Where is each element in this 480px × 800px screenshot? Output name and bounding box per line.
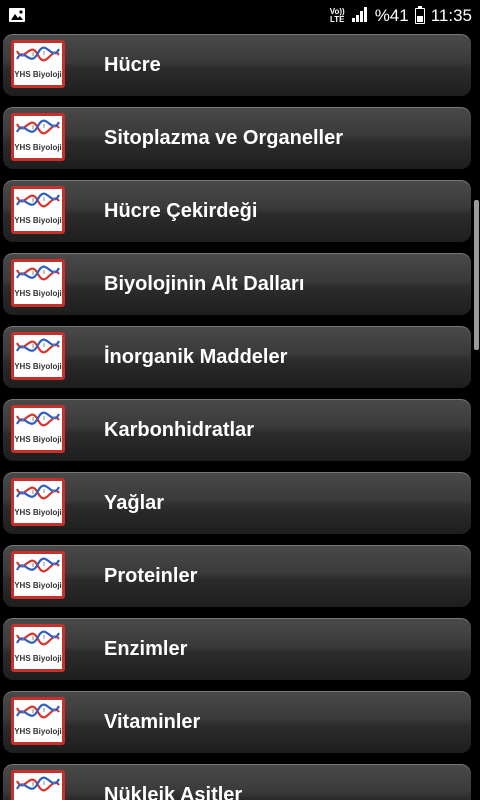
yhs-biyoloji-logo-icon: YHS Biyoloji [11, 624, 65, 672]
yhs-biyoloji-logo-icon: YHS Biyoloji [11, 332, 65, 380]
list-item-label: Nükleik Asitler [104, 784, 243, 800]
yhs-biyoloji-logo-icon: YHS Biyoloji [11, 405, 65, 453]
yhs-biyoloji-logo-icon: YHS Biyoloji [11, 259, 65, 307]
clock: 11:35 [430, 6, 472, 25]
yhs-biyoloji-logo-icon: YHS Biyoloji [11, 113, 65, 161]
svg-text:YHS Biyoloji: YHS Biyoloji [14, 727, 62, 736]
list-item[interactable]: YHS Biyoloji Nükleik Asitler [3, 764, 471, 800]
list-item-label: Biyolojinin Alt Dalları [104, 273, 305, 295]
battery-icon [414, 6, 425, 24]
svg-text:YHS Biyoloji: YHS Biyoloji [14, 289, 62, 298]
yhs-biyoloji-logo-icon: YHS Biyoloji [11, 551, 65, 599]
list-item-label: Hücre [104, 54, 161, 76]
svg-text:YHS Biyoloji: YHS Biyoloji [14, 70, 62, 79]
yhs-biyoloji-logo-icon: YHS Biyoloji [11, 770, 65, 800]
battery-percent: %41 [374, 6, 409, 25]
list-item-label: Sitoplazma ve Organeller [104, 127, 343, 149]
list-item[interactable]: YHS Biyoloji Yağlar [3, 472, 471, 534]
list-item-label: Yağlar [104, 492, 165, 514]
list-item-label: Proteinler [104, 565, 198, 587]
svg-text:YHS Biyoloji: YHS Biyoloji [14, 216, 62, 225]
list-item[interactable]: YHS Biyoloji Sitoplazma ve Organeller [3, 107, 471, 169]
gallery-notification-icon [8, 7, 26, 28]
list-item-label: Karbonhidratlar [104, 419, 255, 441]
list-item-label: Hücre Çekirdeği [104, 200, 258, 222]
list-item[interactable]: YHS Biyoloji İnorganik Maddeler [3, 326, 471, 388]
list-scrollbar[interactable] [474, 200, 479, 350]
topic-list[interactable]: YHS Biyoloji Hücre YHS Biyoloji Sitoplazma … [0, 32, 480, 800]
list-item[interactable]: YHS Biyoloji Karbonhidratlar [3, 399, 471, 461]
list-item[interactable]: YHS Biyoloji Hücre [3, 34, 471, 96]
svg-text:YHS Biyoloji: YHS Biyoloji [14, 362, 62, 371]
svg-text:YHS Biyoloji: YHS Biyoloji [14, 654, 62, 663]
yhs-biyoloji-logo-icon: YHS Biyoloji [11, 40, 65, 88]
list-item-label: Vitaminler [104, 711, 201, 733]
list-item[interactable]: YHS Biyoloji Proteinler [3, 545, 471, 607]
yhs-biyoloji-logo-icon: YHS Biyoloji [11, 186, 65, 234]
status-bar: Vo)) LTE %41 11:35 [0, 0, 480, 32]
yhs-biyoloji-logo-icon: YHS Biyoloji [11, 697, 65, 745]
list-item[interactable]: YHS Biyoloji Hücre Çekirdeği [3, 180, 471, 242]
yhs-biyoloji-logo-icon: YHS Biyoloji [11, 478, 65, 526]
list-item-label: Enzimler [104, 638, 188, 660]
svg-text:YHS Biyoloji: YHS Biyoloji [14, 508, 62, 517]
volte-indicator: Vo)) LTE [329, 7, 345, 24]
list-item-label: İnorganik Maddeler [104, 346, 288, 368]
list-item[interactable]: YHS Biyoloji Vitaminler [3, 691, 471, 753]
svg-text:YHS Biyoloji: YHS Biyoloji [14, 143, 62, 152]
signal-icon [351, 6, 369, 27]
list-item[interactable]: YHS Biyoloji Enzimler [3, 618, 471, 680]
svg-text:YHS Biyoloji: YHS Biyoloji [14, 581, 62, 590]
list-item[interactable]: YHS Biyoloji Biyolojinin Alt Dalları [3, 253, 471, 315]
svg-text:YHS Biyoloji: YHS Biyoloji [14, 435, 62, 444]
